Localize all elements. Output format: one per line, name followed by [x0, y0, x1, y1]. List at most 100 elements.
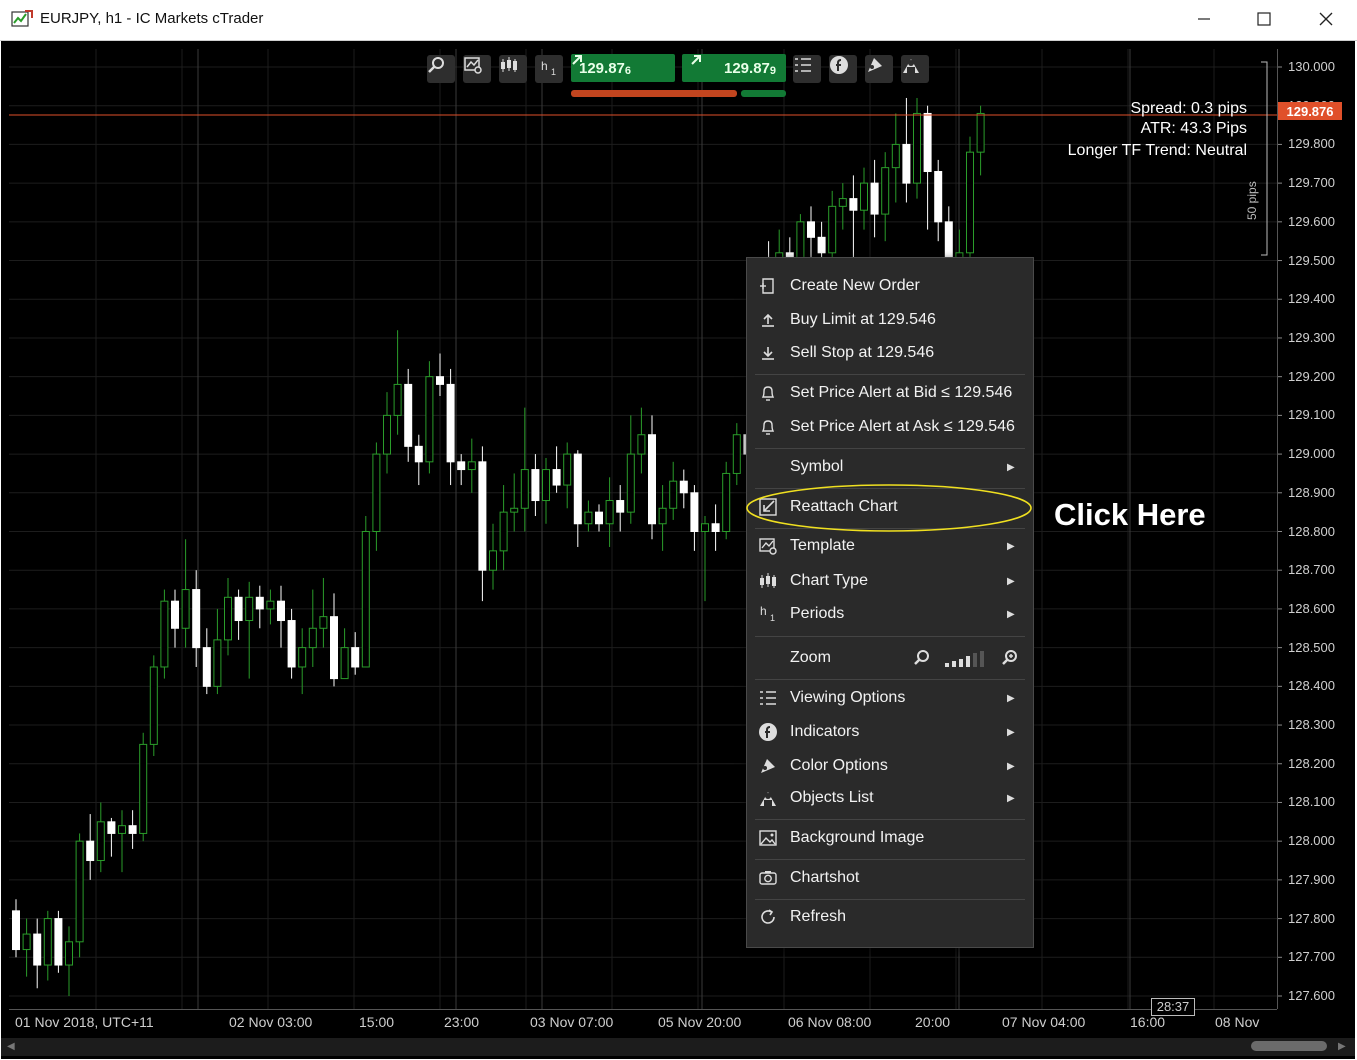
- close-button[interactable]: [1296, 0, 1356, 38]
- buy-arrow-icon: [691, 55, 701, 65]
- price-axis-label: 129.400: [1288, 291, 1335, 307]
- menu-item-refresh[interactable]: Refresh: [747, 902, 1033, 932]
- menu-item-create-new-order[interactable]: Create New Order: [747, 271, 1033, 301]
- time-axis-label: 20:00: [915, 1014, 951, 1030]
- price-axis-label: 129.800: [1288, 136, 1335, 152]
- bearish-candle: [330, 616, 338, 680]
- chart-area[interactable]: h 1 129.87 6 129.87 9 Spread: 0.3 pips ATR…: [1, 41, 1355, 1059]
- template-toolbar-button[interactable]: [463, 55, 491, 83]
- indicators-toolbar-button[interactable]: [829, 55, 857, 83]
- menu-item-chart-type[interactable]: Chart Type ▶: [747, 566, 1033, 596]
- bearish-candle: [404, 383, 413, 447]
- menu-item-sell-stop[interactable]: Sell Stop at 129.546: [747, 338, 1033, 368]
- viewing-options-toolbar-button[interactable]: [793, 55, 821, 83]
- price-axis-label: 129.300: [1288, 329, 1335, 345]
- price-axis-label: 128.600: [1288, 600, 1335, 616]
- zoom-in-icon[interactable]: [1001, 649, 1019, 672]
- zoom-out-icon[interactable]: [913, 649, 931, 672]
- menu-separator: [755, 374, 1025, 375]
- bearish-candle: [86, 840, 95, 862]
- menu-item-chartshot[interactable]: Chartshot: [747, 863, 1033, 893]
- submenu-arrow-icon: ▶: [1007, 792, 1015, 804]
- menu-item-viewing-options[interactable]: Viewing Options ▶: [747, 683, 1033, 713]
- menu-separator: [755, 859, 1025, 860]
- scroll-thumb[interactable]: [1251, 1041, 1327, 1051]
- menu-item-alert-bid[interactable]: Set Price Alert at Bid ≤ 129.546: [747, 378, 1033, 408]
- bullish-candle: [563, 453, 572, 486]
- indicators-icon: [758, 722, 778, 742]
- chart-type-toolbar-button[interactable]: [499, 55, 527, 83]
- bearish-candle: [287, 620, 296, 668]
- sell-price-button[interactable]: 129.87 6: [571, 54, 675, 82]
- bullish-candle: [976, 112, 985, 153]
- scroll-right-icon[interactable]: ▶: [1338, 1041, 1346, 1052]
- bearish-candle: [902, 143, 911, 184]
- viewing-options-icon: [758, 688, 778, 708]
- bearish-candle: [171, 600, 179, 629]
- bearish-candle: [414, 445, 423, 463]
- bullish-candle: [383, 414, 391, 455]
- objects-list-toolbar-button[interactable]: [901, 55, 929, 83]
- bearish-candle: [923, 112, 932, 173]
- bullish-candle: [542, 469, 550, 502]
- bearish-candle: [690, 492, 699, 532]
- price-axis-label: 129.600: [1288, 213, 1335, 229]
- menu-item-symbol[interactable]: Symbol ▶: [747, 452, 1033, 482]
- zoom-icon: [428, 57, 444, 73]
- bullish-candle: [425, 376, 434, 463]
- bullish-candle: [701, 523, 709, 532]
- bullish-candle: [722, 472, 731, 532]
- menu-item-indicators[interactable]: Indicators ▶: [747, 717, 1033, 747]
- bullish-candle: [319, 616, 328, 629]
- menu-item-alert-ask[interactable]: Set Price Alert at Ask ≤ 129.546: [747, 412, 1033, 442]
- viewing-options-icon: [795, 58, 811, 72]
- price-axis-label: 128.900: [1288, 484, 1335, 500]
- buy-sentiment-bar: [741, 90, 786, 97]
- bullish-candle: [669, 480, 678, 509]
- bullish-candle: [149, 666, 158, 745]
- price-axis-label: 128.100: [1288, 794, 1335, 810]
- color-options-toolbar-button[interactable]: [865, 55, 893, 83]
- sell-price: 129.87: [579, 59, 625, 77]
- bullish-candle: [340, 647, 349, 680]
- time-axis-label: 05 Nov 20:00: [658, 1014, 742, 1030]
- maximize-button[interactable]: [1234, 0, 1294, 38]
- zoom-level-indicator[interactable]: [945, 651, 989, 672]
- scroll-left-icon[interactable]: ◀: [7, 1041, 15, 1052]
- trend-label: Longer TF Trend: Neutral: [1067, 142, 1247, 159]
- time-axis-label: 23:00: [444, 1014, 480, 1030]
- bearish-candle: [255, 596, 264, 610]
- menu-item-zoom: Zoom: [747, 643, 1033, 673]
- chart-type-icon: [758, 571, 778, 591]
- zoom-toolbar-button[interactable]: [427, 55, 455, 83]
- bullish-candle: [828, 205, 837, 254]
- atr-label: ATR: 43.3 Pips: [1140, 120, 1247, 137]
- menu-item-periods[interactable]: h 1 Periods ▶: [747, 599, 1033, 629]
- menu-separator: [755, 448, 1025, 449]
- bullish-candle: [308, 627, 317, 649]
- bullish-candle: [245, 596, 254, 622]
- menu-item-background-image[interactable]: Background Image: [747, 823, 1033, 853]
- buy-price-button[interactable]: 129.87 9: [682, 54, 786, 82]
- menu-separator: [755, 819, 1025, 820]
- candlestick-chart[interactable]: [1, 41, 1355, 1059]
- menu-item-buy-limit[interactable]: Buy Limit at 129.546: [747, 305, 1033, 335]
- price-axis-label: 130.000: [1288, 59, 1335, 74]
- color-options-icon: [758, 756, 778, 776]
- minimize-button[interactable]: [1174, 0, 1234, 38]
- bearish-candle: [870, 182, 879, 215]
- time-axis-label: 06 Nov 08:00: [788, 1014, 872, 1030]
- bearish-candle: [934, 171, 943, 223]
- bullish-candle: [22, 933, 31, 951]
- camera-icon: [758, 868, 778, 888]
- horizontal-scrollbar[interactable]: ◀ ▶: [1, 1038, 1355, 1056]
- bullish-candle: [489, 550, 497, 571]
- periods-toolbar-button[interactable]: h 1: [535, 55, 563, 83]
- maximize-icon: [1257, 12, 1271, 26]
- menu-separator: [755, 679, 1025, 680]
- refresh-icon: [758, 907, 778, 927]
- menu-item-objects-list[interactable]: Objects List ▶: [747, 783, 1033, 813]
- indicators-icon: [830, 56, 848, 74]
- bullish-candle: [658, 507, 667, 525]
- menu-item-color-options[interactable]: Color Options ▶: [747, 751, 1033, 781]
